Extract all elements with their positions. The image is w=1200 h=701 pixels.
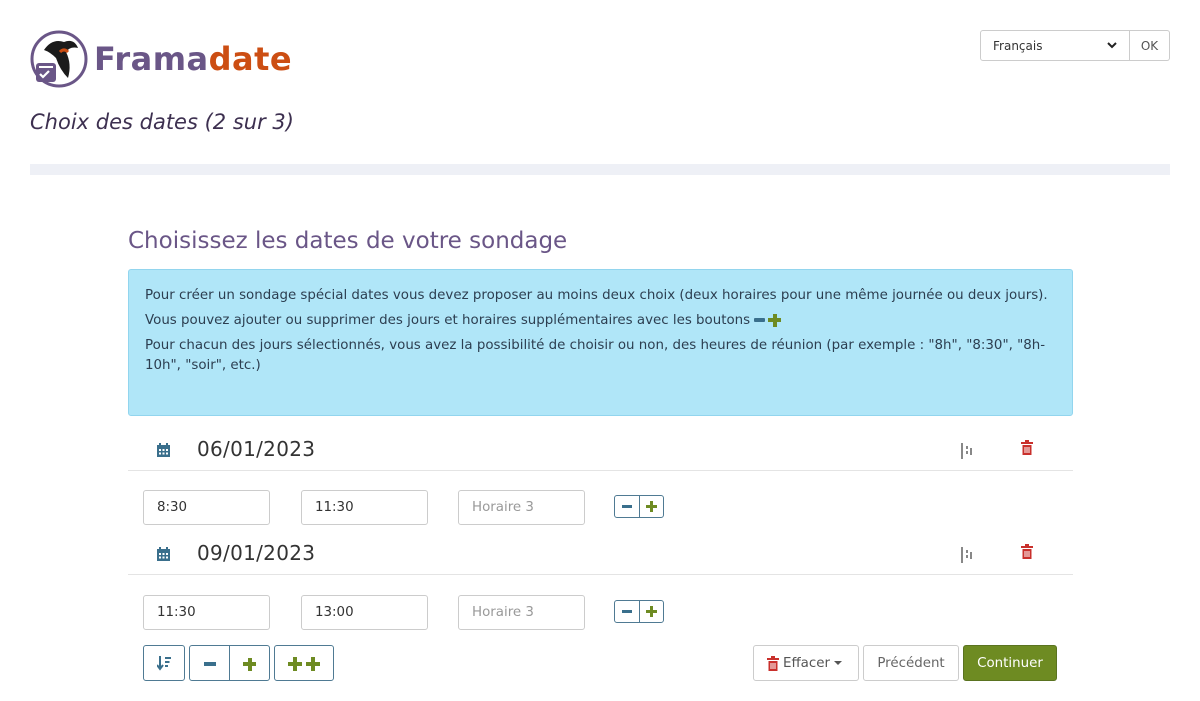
time-input-placeholder[interactable]: Horaire 3 [458, 490, 585, 525]
add-hour-button[interactable] [638, 601, 664, 622]
double-plus-icon [306, 657, 320, 671]
hours-add-remove-group [614, 495, 664, 518]
time-input[interactable]: 11:30 [301, 490, 428, 525]
time-input[interactable]: 8:30 [143, 490, 270, 525]
info-alert: Pour créer un sondage spécial dates vous… [128, 269, 1073, 416]
clear-button-label: Effacer [783, 655, 830, 671]
chevron-down-icon [1107, 42, 1117, 49]
copy-hours-icon[interactable] [961, 443, 973, 459]
previous-button[interactable]: Précédent [863, 645, 959, 681]
info-line-3: Pour chacun des jours sélectionnés, vous… [145, 338, 1046, 373]
trash-icon[interactable] [1021, 544, 1033, 559]
remove-day-button[interactable] [190, 646, 229, 680]
minus-icon [754, 318, 766, 322]
time-input[interactable]: 13:00 [301, 595, 428, 630]
info-line-2: Vous pouvez ajouter ou supprimer des jou… [145, 311, 1056, 331]
day-add-remove-group [189, 645, 270, 681]
language-ok-button[interactable]: OK [1130, 30, 1170, 61]
brand-part-frama: Frama [94, 40, 209, 78]
language-select[interactable]: Français [980, 30, 1130, 61]
calendar-icon [157, 443, 170, 457]
copy-hours-icon[interactable] [961, 547, 973, 563]
info-line-2-text: Vous pouvez ajouter ou supprimer des jou… [145, 313, 751, 328]
add-day-button[interactable] [229, 646, 269, 680]
add-hour-button[interactable] [638, 496, 664, 517]
language-switcher: Français OK [980, 30, 1170, 61]
continue-button[interactable]: Continuer [963, 645, 1057, 681]
time-input[interactable]: 11:30 [143, 595, 270, 630]
clear-button[interactable]: Effacer [753, 645, 859, 681]
plus-icon [768, 313, 782, 327]
framadate-logo[interactable]: Framadate [30, 30, 292, 88]
hours-add-remove-group [614, 600, 664, 623]
time-input-placeholder[interactable]: Horaire 3 [458, 595, 585, 630]
day-date: 06/01/2023 [197, 437, 316, 461]
language-selected-value: Français [993, 38, 1043, 53]
framadate-logo-icon [30, 30, 88, 88]
remove-hour-button[interactable] [615, 601, 639, 622]
progress-divider [30, 164, 1170, 175]
section-title: Choisissez les dates de votre sondage [128, 228, 568, 254]
info-line-1: Pour créer un sondage spécial dates vous… [145, 288, 1048, 303]
remove-hour-button[interactable] [615, 496, 639, 517]
day-row-header: 06/01/2023 [128, 431, 1073, 471]
sort-icon [157, 656, 171, 671]
day-date: 09/01/2023 [197, 541, 316, 565]
add-days-button[interactable] [274, 645, 334, 681]
sort-dates-button[interactable] [143, 645, 185, 681]
brand-name: Framadate [94, 40, 292, 78]
day-row-header: 09/01/2023 [128, 535, 1073, 575]
brand-part-date: date [208, 40, 293, 78]
double-plus-icon [288, 657, 302, 671]
caret-down-icon [834, 661, 842, 665]
trash-icon[interactable] [1021, 440, 1033, 455]
trash-icon [767, 655, 779, 671]
calendar-icon [157, 547, 170, 561]
page-subtitle: Choix des dates (2 sur 3) [30, 110, 294, 134]
